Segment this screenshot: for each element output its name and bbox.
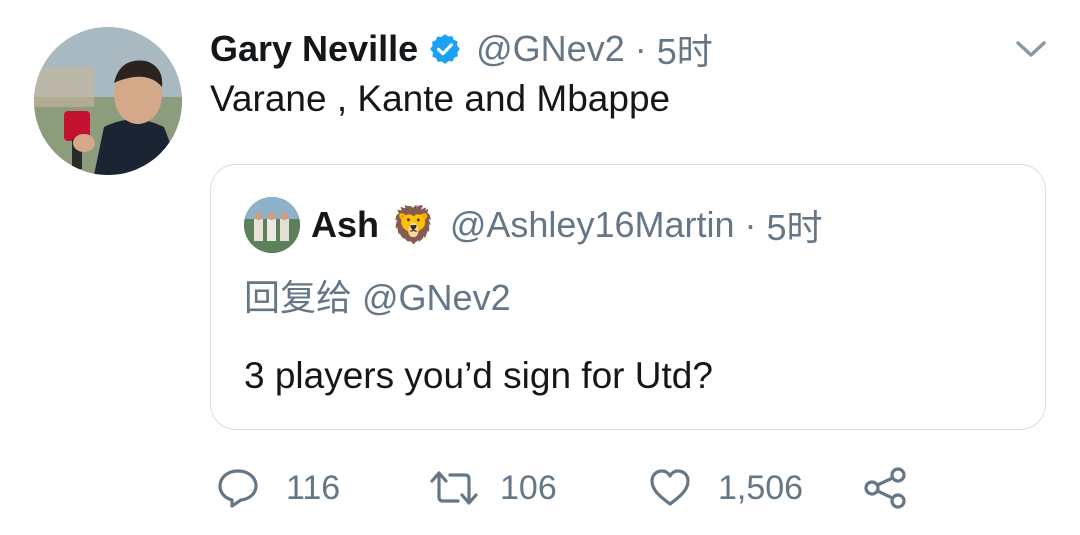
quoted-separator-dot: ·	[744, 204, 757, 245]
quoted-avatar-image	[244, 197, 300, 253]
like-button[interactable]: 1,506	[648, 462, 803, 514]
quoted-author-name[interactable]: Ash	[311, 204, 379, 246]
author-name[interactable]: Gary Neville	[210, 28, 418, 70]
share-button[interactable]	[862, 462, 908, 514]
chevron-down-icon[interactable]	[1014, 36, 1048, 62]
separator-dot: ·	[634, 28, 647, 69]
like-count: 1,506	[718, 468, 804, 507]
retweet-count: 106	[500, 468, 557, 507]
quoted-tweet-timestamp: 5时	[766, 207, 823, 248]
retweet-button[interactable]: 106	[428, 462, 557, 514]
quoted-tweet-text: 3 players you’d sign for Utd?	[244, 355, 713, 396]
reply-to-label: 回复给 @GNev2	[244, 277, 511, 318]
reply-icon	[216, 467, 260, 509]
heart-icon	[648, 467, 692, 509]
verified-badge-icon	[428, 32, 462, 66]
retweet-icon	[428, 467, 480, 509]
lion-emoji-icon: 🦁	[391, 204, 436, 245]
tweet-action-bar: 116 106 1,506	[210, 462, 930, 514]
quoted-author-avatar[interactable]	[244, 197, 300, 253]
author-avatar[interactable]	[34, 27, 182, 175]
share-icon	[862, 466, 908, 510]
tweet-timestamp[interactable]: 5时	[657, 23, 713, 75]
reply-count: 116	[286, 468, 341, 507]
author-handle[interactable]: @GNev2	[476, 28, 625, 70]
tweet-header: Gary Neville @GNev2 · 5时	[210, 24, 713, 74]
quoted-tweet-card[interactable]: Ash 🦁 @Ashley16Martin · 5时 回复给 @GNev2 3 …	[210, 164, 1046, 430]
avatar-image	[34, 27, 182, 175]
tweet-text: Varane , Kante and Mbappe	[210, 78, 671, 119]
reply-button[interactable]: 116	[216, 462, 340, 514]
quoted-author-handle[interactable]: @Ashley16Martin	[450, 204, 735, 246]
quoted-tweet-header: Ash 🦁 @Ashley16Martin · 5时	[311, 199, 823, 251]
